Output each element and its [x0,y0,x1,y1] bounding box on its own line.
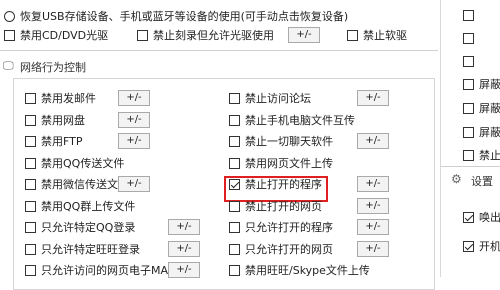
left-item-checkbox[interactable] [25,179,36,190]
summon-checkbox[interactable] [463,212,474,223]
right-panel-checkbox-4[interactable] [463,103,474,114]
right-item-checkbox[interactable] [229,265,240,276]
right-item-checkbox[interactable] [229,136,240,147]
right-item-label: 禁止手机电脑文件互传 [245,113,355,127]
disable-cd-dvd-label: 禁用CD/DVD光驱 [20,29,109,42]
right-item-label: 禁止打开的网页 [245,199,322,213]
left-item-label: 只允许特定旺旺登录 [41,242,140,256]
left-item-edit-button[interactable]: +/- [118,176,150,192]
right-panel-item-2: 屏蔽 [479,126,500,139]
settings-title: 设置 [471,175,493,188]
left-item-checkbox[interactable] [25,200,36,212]
right-item-edit-button[interactable]: +/- [357,240,389,257]
left-item-checkbox[interactable] [25,265,36,276]
left-item-edit-button[interactable]: +/- [168,219,200,235]
restore-radio[interactable] [4,11,15,22]
left-item-edit-button[interactable]: +/- [118,90,150,106]
restore-option-label: 恢复USB存储设备、手机或蓝牙等设备的使用(可手动点击恢复设备) [20,10,349,23]
right-item-edit-button[interactable]: +/- [357,133,389,149]
left-item-label: 只允许特定QQ登录 [41,221,136,234]
right-item-label: 只允许打开的网页 [245,242,333,256]
right-item-label: 只允许打开的程序 [245,221,333,234]
left-item-checkbox[interactable] [25,114,36,126]
left-item-checkbox[interactable] [25,157,36,169]
right-panel-checkbox-1[interactable] [463,33,474,44]
right-item-label: 禁止一切聊天软件 [245,135,333,148]
right-panel-checkbox-0[interactable] [463,10,474,21]
right-panel-checkbox-5[interactable] [463,127,474,138]
network-icon: 🖵 [3,59,14,72]
left-item-edit-button[interactable]: +/- [118,111,150,128]
right-item-checkbox[interactable] [229,222,240,233]
right-item-label: 禁用旺旺/Skype文件上传 [245,264,370,277]
right-item-label: 禁止访问论坛 [245,92,311,105]
left-item-checkbox[interactable] [25,243,36,255]
burn-edit-button[interactable]: +/- [288,27,320,43]
left-item-label: 禁用FTP [41,135,83,148]
gear-icon: ⚙ [451,172,462,186]
right-item-label: 禁止打开的程序 [245,178,322,191]
disable-burn-checkbox[interactable] [137,30,148,41]
right-item-checkbox[interactable] [229,157,240,169]
left-item-edit-button[interactable]: +/- [118,133,150,149]
right-item-label: 禁用网页文件上传 [245,156,333,170]
top-divider [0,50,438,51]
right-item-edit-button[interactable]: +/- [357,197,389,214]
left-item-checkbox[interactable] [25,222,36,233]
summon-label: 唤出 [479,211,500,224]
startup-label: 开机 [479,240,500,253]
right-item-edit-button[interactable]: +/- [357,176,389,192]
right-item-edit-button[interactable]: +/- [357,90,389,106]
disable-cd-dvd-checkbox[interactable] [4,30,15,41]
disable-floppy-checkbox[interactable] [347,30,358,41]
left-item-label: 禁用QQ群上传文件 [41,199,136,213]
right-panel-checkbox-2[interactable] [463,56,474,67]
left-item-checkbox[interactable] [25,93,36,104]
left-item-checkbox[interactable] [25,136,36,147]
right-panel-item-0: 屏蔽 [479,78,500,91]
left-item-label: 禁用QQ传送文件 [41,156,125,170]
right-panel-divider [441,166,500,167]
right-panel-checkbox-6[interactable] [463,150,474,161]
right-panel-checkbox-3[interactable] [463,79,474,90]
left-item-label: 禁用网盘 [41,113,85,127]
right-panel-item-3: 禁止 [479,149,500,162]
left-item-edit-button[interactable]: +/- [168,262,200,278]
left-item-label: 禁用发邮件 [41,92,96,105]
right-item-edit-button[interactable]: +/- [357,219,389,235]
right-item-checkbox[interactable] [229,114,240,126]
right-panel: 屏蔽 屏蔽 屏蔽 禁止 ⚙ 设置 唤出 开机 [440,0,500,277]
right-item-checkbox[interactable] [229,243,240,255]
right-item-checkbox[interactable] [229,179,240,190]
left-item-label: 禁用微信传送文件 [41,178,129,191]
disable-floppy-label: 禁止软驱 [363,29,407,42]
right-item-checkbox[interactable] [229,200,240,212]
right-item-checkbox[interactable] [229,93,240,104]
left-item-edit-button[interactable]: +/- [168,240,200,257]
right-panel-item-1: 屏蔽 [479,102,500,115]
disable-burn-label: 禁止刻录但允许光驱使用 [153,29,274,42]
startup-checkbox[interactable] [463,241,474,252]
network-section-title: 网络行为控制 [20,61,86,74]
